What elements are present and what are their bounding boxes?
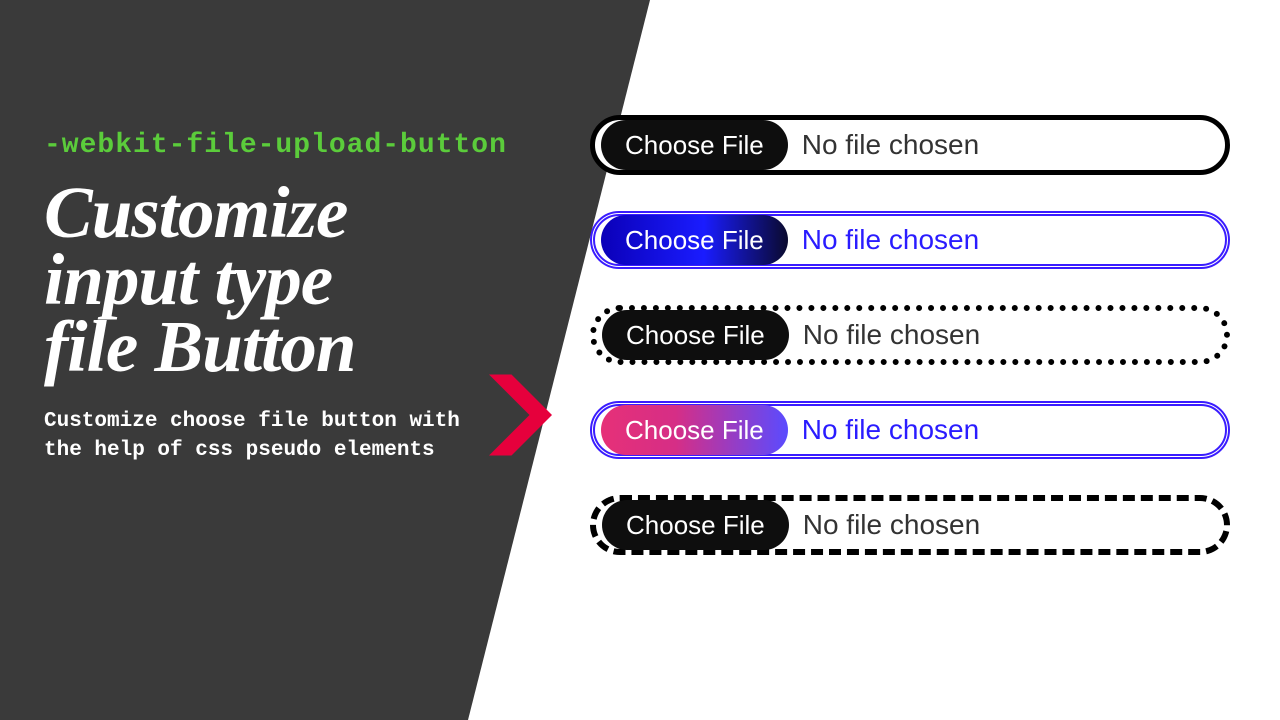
file-input-dotted[interactable]: Choose File No file chosen bbox=[590, 305, 1230, 365]
file-input-double-gradient[interactable]: Choose File No file chosen bbox=[590, 401, 1230, 459]
description-text: Customize choose file button with the he… bbox=[44, 408, 494, 465]
file-input-solid[interactable]: Choose File No file chosen bbox=[590, 115, 1230, 175]
file-status-label: No file chosen bbox=[803, 319, 980, 351]
choose-file-button[interactable]: Choose File bbox=[601, 405, 788, 455]
left-panel: -webkit-file-upload-button Customize inp… bbox=[0, 0, 650, 720]
file-status-label: No file chosen bbox=[802, 129, 979, 161]
choose-file-button[interactable]: Choose File bbox=[601, 120, 788, 170]
file-inputs-container: Choose File No file chosen Choose File N… bbox=[590, 115, 1250, 591]
file-input-dashed[interactable]: Choose File No file chosen bbox=[590, 495, 1230, 555]
choose-file-button[interactable]: Choose File bbox=[601, 215, 788, 265]
file-input-double-blue[interactable]: Choose File No file chosen bbox=[590, 211, 1230, 269]
chevron-right-icon bbox=[480, 370, 570, 460]
main-title: Customize input type file Button bbox=[44, 179, 620, 380]
title-line-3: file Button bbox=[44, 306, 355, 387]
file-status-label: No file chosen bbox=[802, 414, 979, 446]
choose-file-button[interactable]: Choose File bbox=[602, 500, 789, 550]
choose-file-button[interactable]: Choose File bbox=[602, 310, 789, 360]
pseudo-selector-label: -webkit-file-upload-button bbox=[44, 130, 620, 161]
file-status-label: No file chosen bbox=[802, 224, 979, 256]
file-status-label: No file chosen bbox=[803, 509, 980, 541]
